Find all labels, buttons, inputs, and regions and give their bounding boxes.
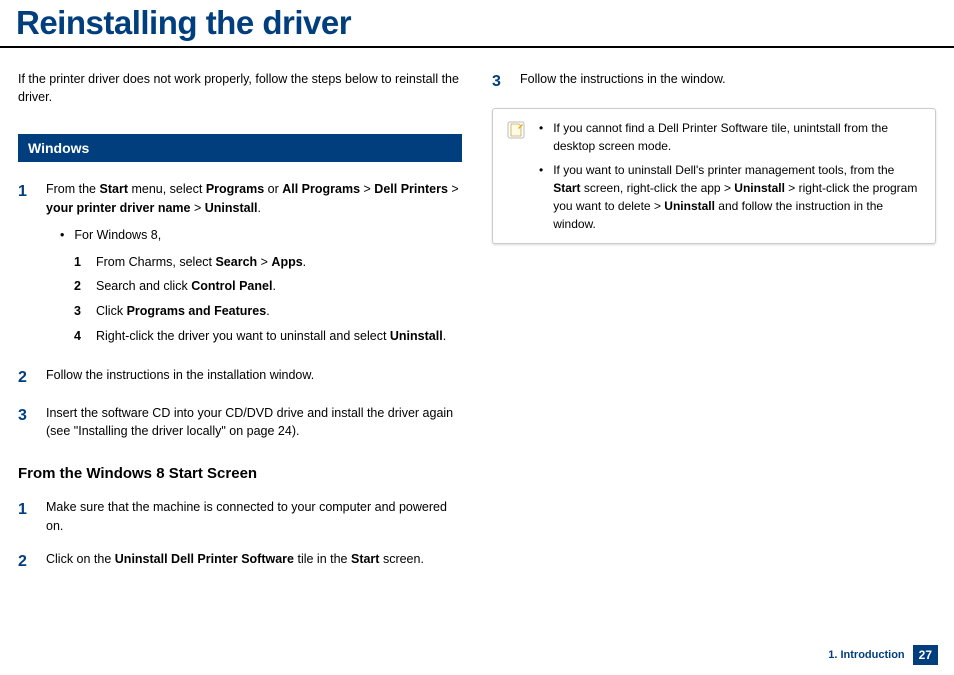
- left-column: If the printer driver does not work prop…: [18, 70, 462, 588]
- sub-bullet: • For Windows 8,: [60, 226, 462, 245]
- step-number: 3: [492, 70, 506, 94]
- step-body: From the Start menu, select Programs or …: [46, 180, 462, 351]
- sub-step-number: 1: [74, 253, 86, 272]
- windows-step-3: 3 Insert the software CD into your CD/DV…: [18, 404, 462, 442]
- sub-step-3: 3 Click Programs and Features.: [74, 302, 462, 321]
- footer-chapter: 1. Introduction: [828, 649, 904, 661]
- sub-step-2: 2 Search and click Control Panel.: [74, 277, 462, 296]
- bold: your printer driver name: [46, 201, 191, 215]
- text: >: [360, 182, 374, 196]
- step-number: 1: [18, 180, 32, 351]
- note-text: If you want to uninstall Dell's printer …: [553, 161, 923, 233]
- note-box: • If you cannot find a Dell Printer Soft…: [492, 108, 936, 244]
- text: .: [258, 201, 261, 215]
- step-body: Follow the instructions in the window.: [520, 70, 936, 94]
- text: >: [448, 182, 459, 196]
- sub-step-text: Click Programs and Features.: [96, 302, 270, 321]
- step-body: Make sure that the machine is connected …: [46, 498, 462, 536]
- right-step-3: 3 Follow the instructions in the window.: [492, 70, 936, 94]
- win8-step-2: 2 Click on the Uninstall Dell Printer So…: [18, 550, 462, 574]
- bold: Start: [100, 182, 128, 196]
- note-item: • If you want to uninstall Dell's printe…: [539, 161, 923, 233]
- step-number: 2: [18, 366, 32, 390]
- sub-step-4: 4 Right-click the driver you want to unin…: [74, 327, 462, 346]
- sub-bullet-text: For Windows 8,: [74, 226, 161, 245]
- text: >: [191, 201, 205, 215]
- intro-text: If the printer driver does not work prop…: [18, 70, 462, 106]
- content-columns: If the printer driver does not work prop…: [0, 70, 954, 588]
- bullet-icon: •: [539, 161, 543, 233]
- text: or: [264, 182, 282, 196]
- windows-step-1: 1 From the Start menu, select Programs o…: [18, 180, 462, 351]
- section-heading-windows: Windows: [18, 134, 462, 162]
- text: menu, select: [128, 182, 206, 196]
- bold: Uninstall: [205, 201, 258, 215]
- sub-step-number: 3: [74, 302, 86, 321]
- page-number: 27: [913, 645, 938, 665]
- bullet-icon: •: [539, 119, 543, 155]
- sub-step-1: 1 From Charms, select Search > Apps.: [74, 253, 462, 272]
- step-number: 3: [18, 404, 32, 442]
- bold: Dell Printers: [374, 182, 448, 196]
- page-title: Reinstalling the driver: [0, 0, 954, 48]
- sub-step-text: Right-click the driver you want to unins…: [96, 327, 446, 346]
- note-text: If you cannot find a Dell Printer Softwa…: [553, 119, 923, 155]
- bullet-icon: •: [60, 226, 64, 245]
- note-item: • If you cannot find a Dell Printer Soft…: [539, 119, 923, 155]
- step-body: Insert the software CD into your CD/DVD …: [46, 404, 462, 442]
- note-icon: [505, 119, 527, 141]
- win8-step-1: 1 Make sure that the machine is connecte…: [18, 498, 462, 536]
- right-column: 3 Follow the instructions in the window.…: [492, 70, 936, 588]
- windows-step-2: 2 Follow the instructions in the install…: [18, 366, 462, 390]
- text: From the: [46, 182, 100, 196]
- step-number: 1: [18, 498, 32, 536]
- step-number: 2: [18, 550, 32, 574]
- step-body: Follow the instructions in the installat…: [46, 366, 462, 390]
- subheading-win8: From the Windows 8 Start Screen: [18, 465, 462, 482]
- step-body: Click on the Uninstall Dell Printer Soft…: [46, 550, 462, 574]
- sub-step-number: 4: [74, 327, 86, 346]
- note-list: • If you cannot find a Dell Printer Soft…: [539, 119, 923, 233]
- bold: All Programs: [282, 182, 360, 196]
- bold: Programs: [206, 182, 264, 196]
- sub-step-number: 2: [74, 277, 86, 296]
- sub-step-text: From Charms, select Search > Apps.: [96, 253, 306, 272]
- sub-steps: 1 From Charms, select Search > Apps. 2 Sea…: [74, 253, 462, 346]
- page-footer: 1. Introduction 27: [828, 645, 938, 665]
- sub-step-text: Search and click Control Panel.: [96, 277, 276, 296]
